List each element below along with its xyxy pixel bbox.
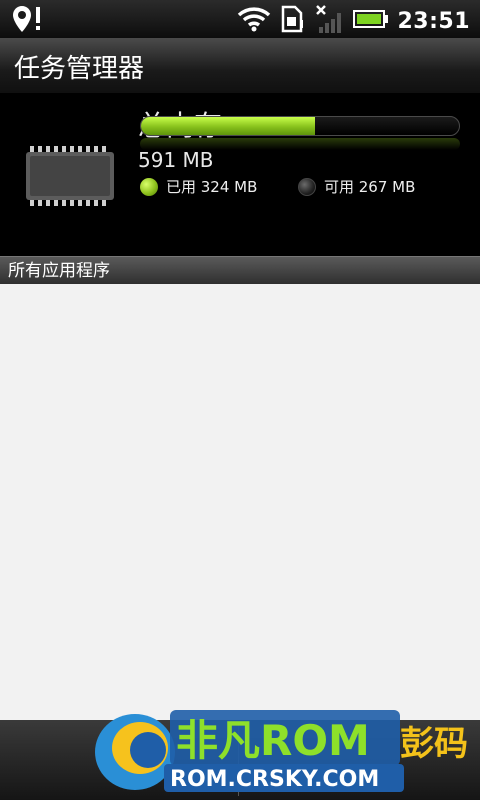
memory-usage-fill <box>141 117 316 135</box>
legend-used: 已用 324 MB <box>140 176 257 197</box>
free-dot-icon <box>298 177 316 196</box>
status-clock: 23:51 <box>397 8 470 34</box>
memory-total: 591 MB <box>138 148 214 172</box>
section-header-label: 所有应用程序 <box>8 261 110 281</box>
memory-chip-icon <box>22 144 118 218</box>
memory-usage-bar <box>140 116 460 136</box>
bottom-button-left[interactable] <box>0 724 239 796</box>
wifi-icon <box>237 5 271 37</box>
used-dot-icon <box>140 177 158 196</box>
bottom-action-bar <box>0 720 480 800</box>
section-header: 所有应用程序 <box>0 256 480 285</box>
title-bar: 任务管理器 <box>0 38 480 94</box>
sim-icon <box>279 4 307 38</box>
status-left <box>10 4 46 38</box>
bottom-button-right[interactable] <box>240 724 480 796</box>
used-label: 已用 324 MB <box>166 178 258 196</box>
free-label: 可用 267 MB <box>324 178 416 196</box>
legend-free: 可用 267 MB <box>298 176 415 197</box>
status-right: 23:51 <box>237 3 470 39</box>
app-list[interactable] <box>0 284 480 720</box>
page-title: 任务管理器 <box>14 54 145 84</box>
signal-off-icon <box>315 3 345 39</box>
location-alert-icon <box>10 4 46 38</box>
status-bar: 23:51 <box>0 0 480 38</box>
memory-bar-reflection <box>140 138 460 150</box>
battery-icon <box>353 8 389 34</box>
